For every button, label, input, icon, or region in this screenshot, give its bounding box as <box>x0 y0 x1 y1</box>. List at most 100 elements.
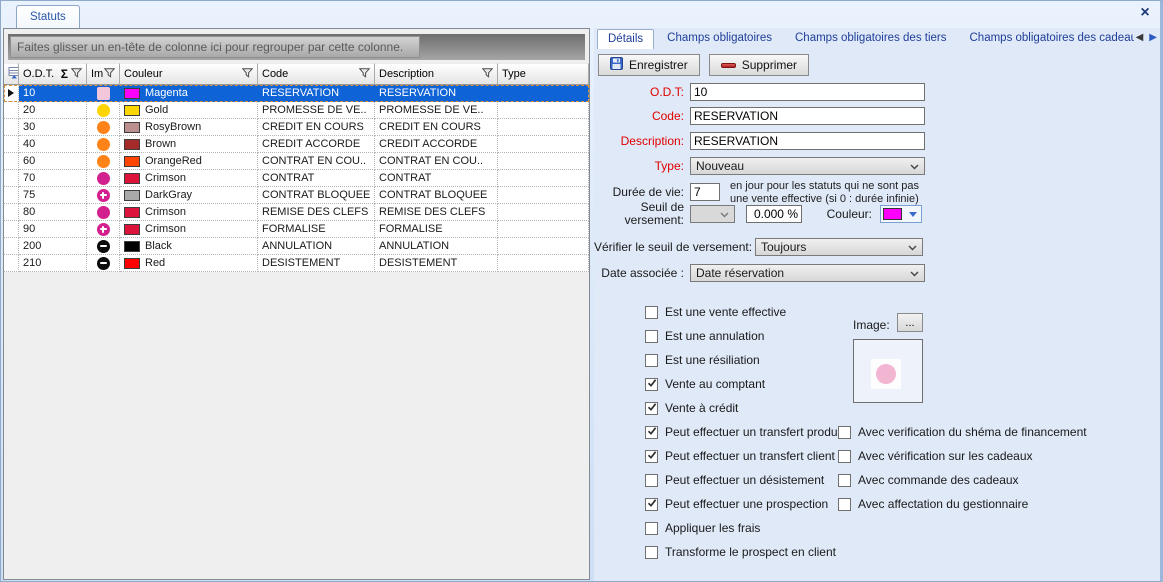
checkbox-avec-verification-du-sh-ma-de-financement[interactable]: Avec verification du shéma de financemen… <box>838 425 1087 439</box>
cell-couleur: DarkGray <box>120 187 258 204</box>
lifetime-label: Durée de vie: <box>594 185 684 199</box>
column-header-odt[interactable]: O.D.T.Σ <box>19 63 87 85</box>
cell-code: CONTRAT BLOQUEE <box>258 187 375 204</box>
tab-champs-obligatoires-des-cadeaux[interactable]: Champs obligatoires des cadeaux <box>960 29 1135 49</box>
threshold-percent-input[interactable] <box>746 205 802 223</box>
sum-icon[interactable]: Σ <box>61 69 68 80</box>
cell-code: CREDIT EN COURS <box>258 119 375 136</box>
verify-threshold-combobox[interactable]: Toujours <box>755 238 923 256</box>
checkbox-box[interactable] <box>645 354 658 367</box>
column-header-code[interactable]: Code <box>258 63 375 85</box>
checkbox-avec-v-rification-sur-les-cadeaux[interactable]: Avec vérification sur les cadeaux <box>838 449 1087 463</box>
checkbox-box[interactable] <box>645 474 658 487</box>
status-row[interactable]: 10MagentaRESERVATIONRESERVATION <box>4 85 589 102</box>
image-browse-button[interactable]: ... <box>897 313 923 332</box>
checkbox-peut-effectuer-un-transfert-client[interactable]: Peut effectuer un transfert client <box>645 449 844 463</box>
status-row[interactable]: 30RosyBrownCREDIT EN COURSCREDIT EN COUR… <box>4 119 589 136</box>
column-chooser-cell[interactable] <box>4 63 19 85</box>
status-row[interactable]: 75DarkGrayCONTRAT BLOQUEECONTRAT BLOQUEE <box>4 187 589 204</box>
close-icon[interactable]: × <box>1136 4 1154 22</box>
checkbox-peut-effectuer-une-prospection[interactable]: Peut effectuer une prospection <box>645 497 844 511</box>
cell-couleur: Red <box>120 255 258 272</box>
type-combobox[interactable]: Nouveau <box>690 157 925 175</box>
status-row[interactable]: 90CrimsonFORMALISEFORMALISE <box>4 221 589 238</box>
tab-d-tails[interactable]: Détails <box>597 29 654 49</box>
checkbox-appliquer-les-frais[interactable]: Appliquer les frais <box>645 521 844 535</box>
checkbox-est-une-annulation[interactable]: Est une annulation <box>645 329 844 343</box>
lifetime-hint: en jour pour les statuts qui ne sont pas… <box>730 180 919 206</box>
checkbox-box[interactable] <box>838 498 851 511</box>
lifetime-input[interactable] <box>690 183 720 201</box>
checkbox-box[interactable] <box>645 426 658 439</box>
checkbox-est-une-vente-effective[interactable]: Est une vente effective <box>645 305 844 319</box>
checkbox-peut-effectuer-un-transfert-produit[interactable]: Peut effectuer un transfert produit <box>645 425 844 439</box>
color-name: Brown <box>145 138 176 150</box>
tab-champs-obligatoires-des-tiers[interactable]: Champs obligatoires des tiers <box>785 29 957 49</box>
cell-type <box>498 136 589 153</box>
associated-date-combobox[interactable]: Date réservation <box>690 264 925 282</box>
checkbox-box[interactable] <box>645 330 658 343</box>
checkbox-vente-cr-dit[interactable]: Vente à crédit <box>645 401 844 415</box>
tab-scroll-left-icon[interactable]: ◀ <box>1136 32 1144 43</box>
status-circle-icon <box>97 257 110 270</box>
checkbox-label: Est une annulation <box>665 329 764 343</box>
filter-icon[interactable] <box>71 68 82 81</box>
status-row[interactable]: 200BlackANNULATIONANNULATION <box>4 238 589 255</box>
cell-im <box>87 85 120 102</box>
status-row[interactable]: 60OrangeRedCONTRAT EN COU..CONTRAT EN CO… <box>4 153 589 170</box>
cell-im <box>87 187 120 204</box>
filter-icon[interactable] <box>359 68 370 81</box>
column-header-description[interactable]: Description <box>375 63 498 85</box>
group-by-bar[interactable]: Faites glisser un en-tête de colonne ici… <box>8 34 585 60</box>
status-row[interactable]: 40BrownCREDIT ACCORDECREDIT ACCORDE <box>4 136 589 153</box>
column-header-color_name[interactable]: Couleur <box>120 63 258 85</box>
tab-champs-obligatoires[interactable]: Champs obligatoires <box>657 29 782 49</box>
tab-scroll-right-icon[interactable]: ▶ <box>1149 32 1157 43</box>
checkbox-box[interactable] <box>645 450 658 463</box>
column-header-type[interactable]: Type <box>498 63 589 85</box>
filter-icon[interactable] <box>242 68 253 81</box>
checkbox-box[interactable] <box>645 546 658 559</box>
cell-type <box>498 221 589 238</box>
column-header-im[interactable]: Im <box>87 63 120 85</box>
image-label: Image: <box>853 318 890 332</box>
checkbox-est-une-r-siliation[interactable]: Est une résiliation <box>645 353 844 367</box>
checkbox-avec-affectation-du-gestionnaire[interactable]: Avec affectation du gestionnaire <box>838 497 1087 511</box>
checkbox-avec-commande-des-cadeaux[interactable]: Avec commande des cadeaux <box>838 473 1087 487</box>
delete-button[interactable]: Supprimer <box>709 54 809 76</box>
checkbox-peut-effectuer-un-d-sistement[interactable]: Peut effectuer un désistement <box>645 473 844 487</box>
checkbox-vente-au-comptant[interactable]: Vente au comptant <box>645 377 844 391</box>
status-row[interactable]: 70CrimsonCONTRATCONTRAT <box>4 170 589 187</box>
checkbox-box[interactable] <box>645 402 658 415</box>
header-icons <box>104 68 115 81</box>
checkbox-box[interactable] <box>838 426 851 439</box>
cell-couleur: OrangeRed <box>120 153 258 170</box>
status-row[interactable]: 20GoldPROMESSE DE VE..PROMESSE DE VE.. <box>4 102 589 119</box>
row-indicator-cell <box>4 119 19 136</box>
filter-icon[interactable] <box>104 68 115 81</box>
color-picker[interactable] <box>880 205 922 223</box>
cell-description: PROMESSE DE VE.. <box>375 102 498 119</box>
tab-label: Champs obligatoires <box>667 32 772 44</box>
checkbox-box[interactable] <box>645 522 658 535</box>
checkbox-box[interactable] <box>645 306 658 319</box>
filter-icon[interactable] <box>482 68 493 81</box>
description-input[interactable] <box>690 132 925 150</box>
threshold-combobox[interactable] <box>690 205 735 223</box>
cell-code: RESERVATION <box>258 85 375 102</box>
odt-label: O.D.T: <box>594 85 684 99</box>
checkbox-transforme-le-prospect-en-client[interactable]: Transforme le prospect en client <box>645 545 844 559</box>
status-row[interactable]: 80CrimsonREMISE DES CLEFSREMISE DES CLEF… <box>4 204 589 221</box>
checkmark-icon <box>647 425 657 439</box>
save-button[interactable]: Enregistrer <box>598 54 700 76</box>
tab-statuts[interactable]: Statuts <box>16 5 80 29</box>
checkbox-box[interactable] <box>838 474 851 487</box>
odt-input[interactable] <box>690 83 925 101</box>
checkbox-box[interactable] <box>838 450 851 463</box>
column-chooser-icon[interactable] <box>8 66 19 82</box>
status-row[interactable]: 210RedDESISTEMENTDESISTEMENT <box>4 255 589 272</box>
checkbox-box[interactable] <box>645 498 658 511</box>
description-field-row: Description: <box>594 132 1160 150</box>
code-input[interactable] <box>690 107 925 125</box>
checkbox-box[interactable] <box>645 378 658 391</box>
